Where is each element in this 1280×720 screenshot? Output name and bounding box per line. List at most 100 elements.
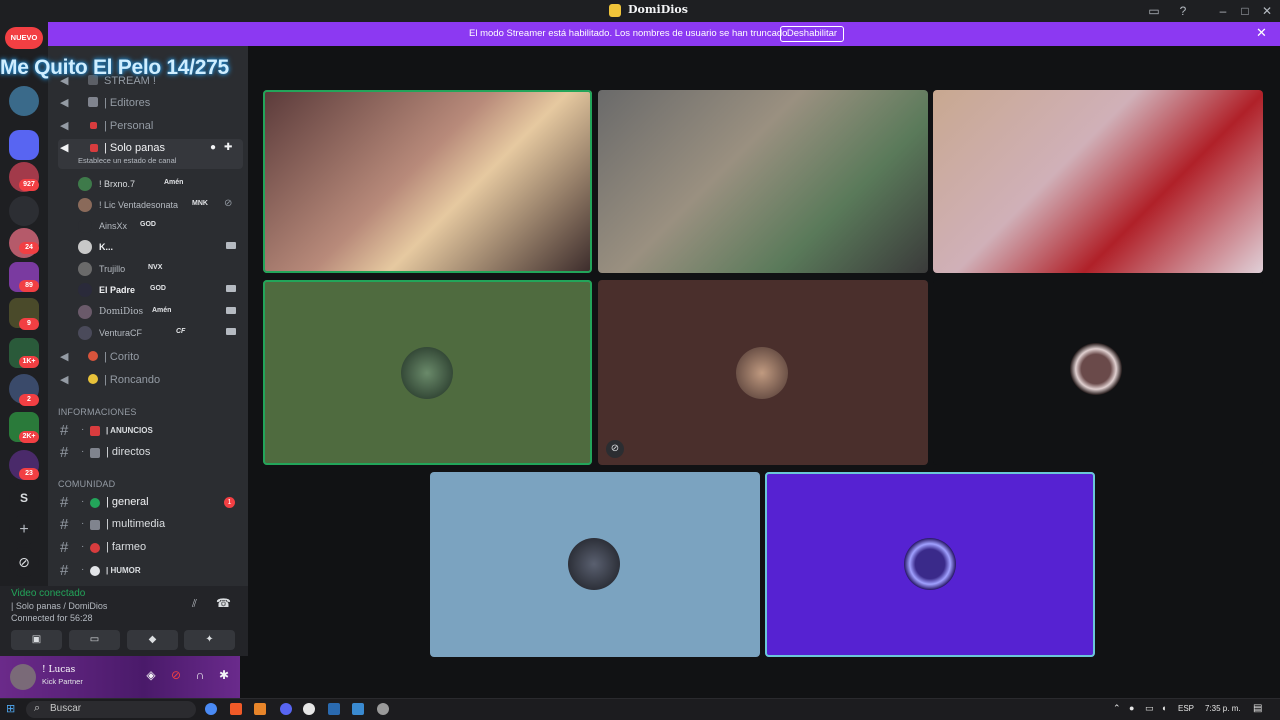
voice-member[interactable]: El Padre GOD xyxy=(78,280,243,300)
voice-tile[interactable]: ⊘ xyxy=(598,280,928,465)
chat-icon[interactable]: ● xyxy=(210,142,216,153)
voice-member[interactable]: DomiDios Amén xyxy=(78,302,243,322)
voice-channel-roncando[interactable]: ◀ | Roncando xyxy=(58,371,243,391)
brave-icon[interactable] xyxy=(230,703,242,715)
globe-emoji-icon xyxy=(90,498,100,508)
minimize-button[interactable]: – xyxy=(1214,2,1232,20)
flame-emoji-icon xyxy=(90,144,98,152)
steam-icon[interactable] xyxy=(328,703,340,715)
voice-member[interactable]: Trujillo NVX xyxy=(78,259,243,279)
username[interactable]: ! Lucas xyxy=(42,665,75,675)
volume-icon[interactable]: ◖ xyxy=(1161,703,1166,713)
voice-tile[interactable] xyxy=(933,280,1263,465)
invite-icon[interactable]: ✚ xyxy=(224,142,232,153)
taskbar-clock[interactable]: 7:35 p. m. xyxy=(1205,704,1241,713)
noise-suppression-icon[interactable]: ⫽ xyxy=(192,598,197,611)
video-tile[interactable] xyxy=(263,90,592,273)
cross-emoji-icon xyxy=(90,122,97,129)
text-channel-farmeo[interactable]: # · | farmeo xyxy=(48,539,243,559)
user-panel: ! Lucas Kick Partner ◈ ⊘ ∩ ✱ xyxy=(0,656,240,698)
voice-status[interactable]: Video conectado xyxy=(11,588,85,599)
unread-badge: 1 xyxy=(224,497,235,508)
voice-member[interactable]: K... xyxy=(78,237,243,257)
muted-icon: ⊘ xyxy=(606,440,624,458)
speaker-icon: ◀ xyxy=(60,120,69,132)
member-tag: Amén xyxy=(164,179,184,186)
inbox-icon[interactable]: ▭ xyxy=(1145,2,1163,20)
app-icon[interactable] xyxy=(352,703,364,715)
dm-icon[interactable] xyxy=(9,130,39,160)
mic-muted-icon[interactable]: ⊘ xyxy=(168,667,184,683)
server-icon[interactable] xyxy=(9,196,39,226)
text-channel-directos[interactable]: # · | directos xyxy=(48,444,243,464)
server-icon[interactable] xyxy=(9,86,39,116)
discord-icon[interactable] xyxy=(280,703,292,715)
app-icon[interactable] xyxy=(303,703,315,715)
text-channel-anuncios[interactable]: # · | ANUNCIOS xyxy=(48,422,243,442)
chevron-up-icon[interactable]: ⌃ xyxy=(1113,703,1121,714)
category-informaciones[interactable]: INFORMACIONES xyxy=(58,407,137,417)
voice-channel-editores[interactable]: ◀ | Editores xyxy=(58,94,243,114)
text-channel-humor[interactable]: # · | HUMOR xyxy=(48,562,243,582)
share-screen-button[interactable]: ▭ xyxy=(69,630,120,650)
member-tag: CF xyxy=(176,328,186,335)
voice-tile[interactable] xyxy=(263,280,592,465)
voice-channel-corito[interactable]: ◀ | Corito xyxy=(58,348,243,368)
voice-tile[interactable] xyxy=(430,472,760,657)
voice-channel-name[interactable]: | Solo panas / DomiDios xyxy=(11,601,107,611)
member-tag: NVX xyxy=(148,264,163,271)
language-indicator[interactable]: ESP xyxy=(1178,704,1194,713)
member-tag: GOD xyxy=(150,285,166,292)
text-channel-general[interactable]: # · | general 1 xyxy=(48,494,243,514)
close-window-button[interactable]: ✕ xyxy=(1258,2,1276,20)
discover-icon[interactable]: ⊘ xyxy=(9,547,39,577)
voice-member[interactable]: ! Lic Ventadesonata MNK ⊘ xyxy=(78,195,243,215)
connection-time: Connected for 56:28 xyxy=(11,613,93,623)
windows-start-icon[interactable]: ⊞ xyxy=(6,703,18,715)
avatar xyxy=(736,347,788,399)
network-icon[interactable]: ▭ xyxy=(1145,703,1154,714)
voice-member[interactable]: AinsXx GOD xyxy=(78,216,243,236)
new-badge[interactable]: NUEVO xyxy=(5,27,43,49)
category-comunidad[interactable]: COMUNIDAD xyxy=(58,479,115,489)
microphone-icon[interactable]: ● xyxy=(1129,703,1134,713)
server-badge: 2K+ xyxy=(19,431,39,443)
headphones-icon[interactable]: ∩ xyxy=(192,667,208,683)
voice-tile[interactable] xyxy=(765,472,1095,657)
gear-icon[interactable]: ✱ xyxy=(216,667,232,683)
speaker-icon: ◀ xyxy=(60,142,69,154)
maximize-button[interactable]: □ xyxy=(1236,2,1254,20)
close-icon[interactable]: ✕ xyxy=(1256,25,1267,41)
disable-streamer-button[interactable]: Deshabilitar xyxy=(780,26,844,42)
channel-status-hint[interactable]: Establece un estado de canal xyxy=(78,156,176,165)
taskbar-search[interactable]: ⌕ Buscar xyxy=(26,701,196,718)
member-tag: MNK xyxy=(192,200,208,207)
video-tile[interactable] xyxy=(933,90,1263,273)
app-icon[interactable] xyxy=(254,703,266,715)
red-emoji-icon xyxy=(90,543,100,553)
avatar[interactable] xyxy=(10,664,36,690)
voice-channel-solo-panas[interactable]: ◀ | Solo panas Establece un estado de ca… xyxy=(58,139,243,169)
add-server-icon[interactable]: + xyxy=(9,515,39,545)
voice-member[interactable]: VenturaCF CF xyxy=(78,323,243,343)
activities-button[interactable]: ◆ xyxy=(127,630,178,650)
video-tile[interactable] xyxy=(598,90,928,273)
server-letter-icon[interactable]: S xyxy=(9,483,39,513)
search-icon: ⌕ xyxy=(34,702,41,714)
server-badge: 24 xyxy=(19,242,39,254)
camera-off-button[interactable]: ▣ xyxy=(11,630,62,650)
soundboard-button[interactable]: ✦ xyxy=(184,630,235,650)
hash-icon: # xyxy=(60,444,69,461)
avatar xyxy=(904,538,956,590)
camera-emoji-icon xyxy=(90,448,100,458)
help-icon[interactable]: ? xyxy=(1174,2,1192,20)
streamer-mode-banner: El modo Streamer está habilitado. Los no… xyxy=(48,22,1280,46)
voice-member[interactable]: ! Brxno.7 Amén xyxy=(78,174,243,194)
notifications-icon[interactable]: ▤ xyxy=(1253,703,1262,714)
chrome-icon[interactable] xyxy=(205,703,217,715)
voice-channel-personal[interactable]: ◀ | Personal xyxy=(58,117,243,137)
game-icon[interactable]: ◈ xyxy=(143,667,159,683)
text-channel-multimedia[interactable]: # · | multimedia xyxy=(48,516,243,536)
app-icon[interactable] xyxy=(377,703,389,715)
disconnect-icon[interactable]: ☎ xyxy=(216,596,231,610)
